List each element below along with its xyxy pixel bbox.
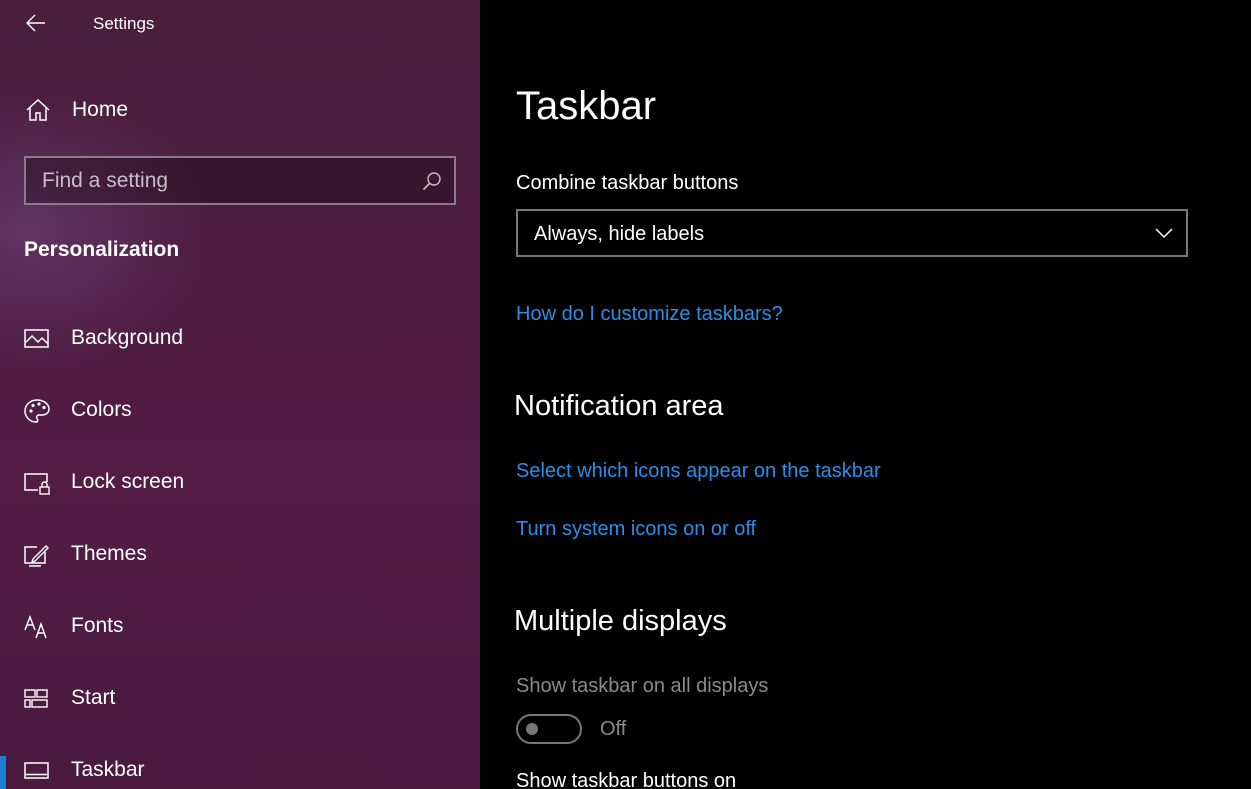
sidebar-item-colors[interactable]: Colors	[0, 374, 480, 446]
lock-screen-icon	[24, 473, 50, 495]
toggle-state: Off	[600, 718, 627, 740]
sidebar-item-label: Start	[71, 686, 116, 709]
chevron-down-icon	[1155, 228, 1173, 239]
sidebar-item-fonts[interactable]: Fonts	[0, 590, 480, 662]
fonts-icon	[24, 614, 47, 639]
title-bar: Settings	[0, 0, 480, 48]
sidebar-item-start[interactable]: Start	[0, 662, 480, 734]
combine-dropdown[interactable]: Always, hide labels	[516, 209, 1188, 257]
sidebar-item-themes[interactable]: Themes	[0, 518, 480, 590]
sidebar-item-taskbar[interactable]: Taskbar	[0, 734, 480, 789]
show-all-displays-toggle[interactable]	[516, 714, 582, 744]
app-title: Settings	[93, 14, 155, 33]
system-icons-link[interactable]: Turn system icons on or off	[516, 518, 756, 541]
sidebar-item-lock-screen[interactable]: Lock screen	[0, 446, 480, 518]
search-box[interactable]	[24, 156, 456, 205]
taskbar-icon	[24, 762, 49, 779]
back-button[interactable]	[18, 8, 54, 40]
main-panel: Taskbar Combine taskbar buttons Always, …	[480, 0, 1251, 789]
back-arrow-icon	[26, 14, 45, 32]
sidebar-item-label: Background	[71, 326, 184, 349]
buttons-on-label: Show taskbar buttons on	[516, 770, 737, 789]
sidebar-item-label: Taskbar	[71, 758, 145, 781]
notification-area-heading: Notification area	[514, 390, 724, 422]
home-icon	[26, 98, 50, 121]
toggle-knob	[526, 723, 538, 735]
customize-taskbars-link[interactable]: How do I customize taskbars?	[516, 303, 783, 326]
section-title: Personalization	[24, 238, 180, 261]
sidebar: Settings Home Personalization Background	[0, 0, 480, 789]
sidebar-item-label: Themes	[71, 542, 147, 565]
multiple-displays-heading: Multiple displays	[514, 605, 727, 637]
search-input[interactable]	[42, 166, 412, 196]
search-icon	[422, 172, 441, 191]
combine-selected-value: Always, hide labels	[534, 223, 705, 245]
home-label: Home	[72, 98, 129, 121]
sidebar-item-label: Lock screen	[71, 470, 185, 493]
page-title: Taskbar	[516, 84, 657, 128]
sidebar-nav: Background Colors Lock screen Themes Fon…	[0, 302, 480, 789]
show-all-displays-label: Show taskbar on all displays	[516, 675, 769, 697]
background-icon	[24, 329, 49, 348]
select-icons-link[interactable]: Select which icons appear on the taskbar	[516, 460, 881, 483]
home-nav-item[interactable]: Home	[24, 92, 444, 128]
start-icon	[24, 689, 48, 708]
sidebar-item-label: Fonts	[71, 614, 124, 637]
themes-icon	[24, 545, 49, 567]
sidebar-item-background[interactable]: Background	[0, 302, 480, 374]
palette-icon	[24, 399, 50, 423]
combine-label: Combine taskbar buttons	[516, 172, 739, 194]
sidebar-item-label: Colors	[71, 398, 132, 421]
